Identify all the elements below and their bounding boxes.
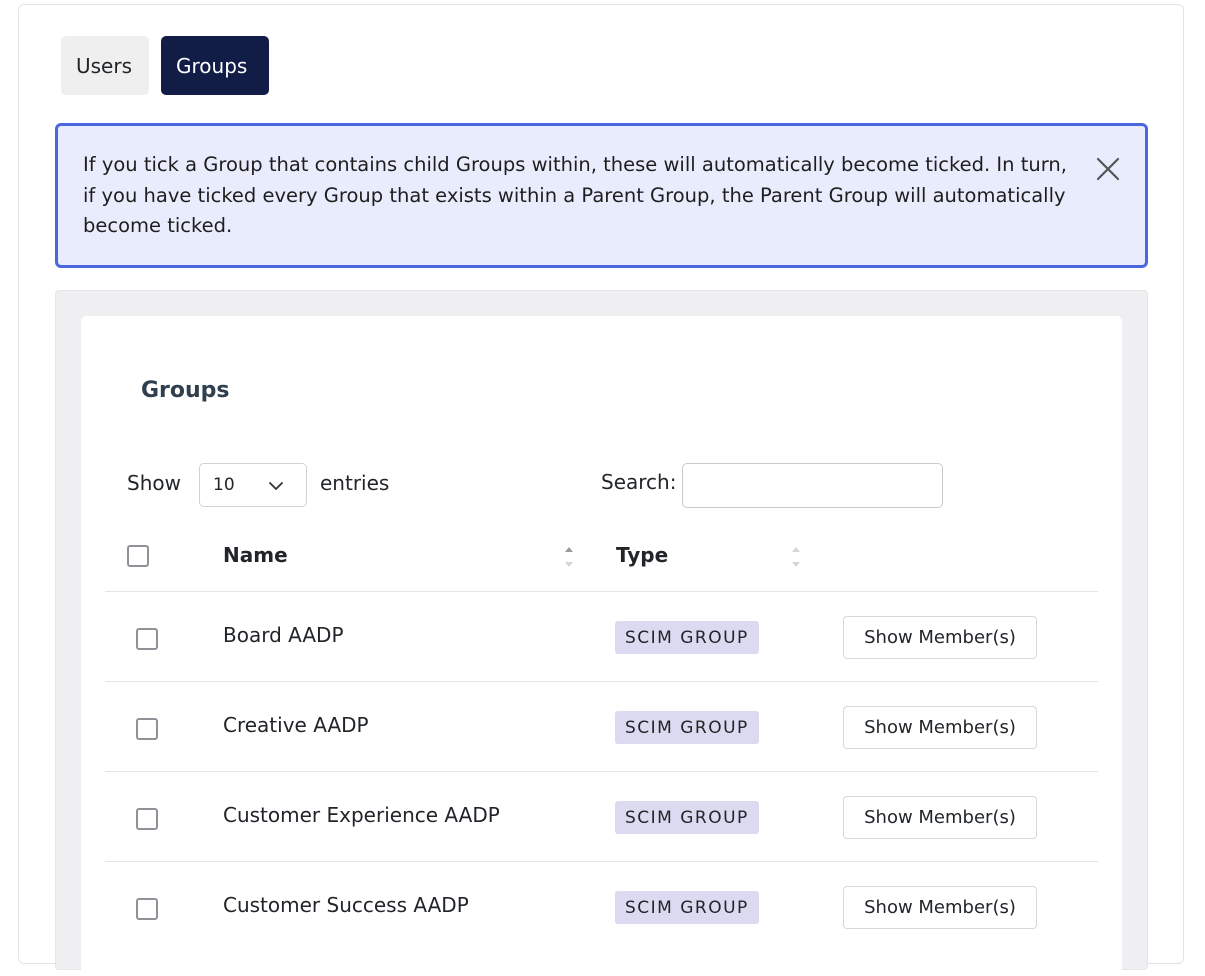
group-name: Customer Success AADP — [223, 893, 469, 917]
entries-select[interactable]: 10 — [199, 463, 307, 507]
group-name: Customer Experience AADP — [223, 803, 500, 827]
row-checkbox[interactable] — [136, 898, 158, 920]
tab-bar: Users Groups — [61, 36, 269, 95]
show-label: Show — [127, 471, 181, 495]
column-header-type[interactable]: Type — [616, 543, 668, 567]
show-members-button[interactable]: Show Member(s) — [843, 886, 1037, 929]
select-all-checkbox[interactable] — [127, 545, 149, 567]
row-checkbox[interactable] — [136, 628, 158, 650]
chevron-down-icon — [269, 482, 283, 490]
show-members-button[interactable]: Show Member(s) — [843, 796, 1037, 839]
table-row: Customer Experience AADP SCIM GROUP Show… — [105, 772, 1098, 862]
table-row: Board AADP SCIM GROUP Show Member(s) — [105, 592, 1098, 682]
tab-groups[interactable]: Groups — [161, 36, 269, 95]
search-label: Search: — [601, 470, 677, 494]
type-badge: SCIM GROUP — [615, 711, 759, 744]
entries-label: entries — [320, 471, 390, 495]
alert-message: If you tick a Group that contains child … — [83, 153, 1067, 237]
group-name: Creative AADP — [223, 713, 369, 737]
tab-users[interactable]: Users — [61, 36, 149, 95]
table-row: Customer Success AADP SCIM GROUP Show Me… — [105, 862, 1098, 952]
type-badge: SCIM GROUP — [615, 801, 759, 834]
column-header-name[interactable]: Name — [223, 543, 288, 567]
info-alert: If you tick a Group that contains child … — [55, 123, 1148, 268]
row-checkbox[interactable] — [136, 718, 158, 740]
row-checkbox[interactable] — [136, 808, 158, 830]
group-name: Board AADP — [223, 623, 344, 647]
show-members-button[interactable]: Show Member(s) — [843, 706, 1037, 749]
type-badge: SCIM GROUP — [615, 891, 759, 924]
table-row: Creative AADP SCIM GROUP Show Member(s) — [105, 682, 1098, 772]
sort-icon[interactable] — [791, 545, 801, 569]
entries-select-value: 10 — [213, 475, 235, 495]
type-badge: SCIM GROUP — [615, 621, 759, 654]
search-input[interactable] — [682, 463, 943, 508]
close-icon[interactable] — [1093, 154, 1123, 184]
show-members-button[interactable]: Show Member(s) — [843, 616, 1037, 659]
card-title: Groups — [141, 378, 230, 403]
sort-icon[interactable] — [564, 545, 574, 569]
